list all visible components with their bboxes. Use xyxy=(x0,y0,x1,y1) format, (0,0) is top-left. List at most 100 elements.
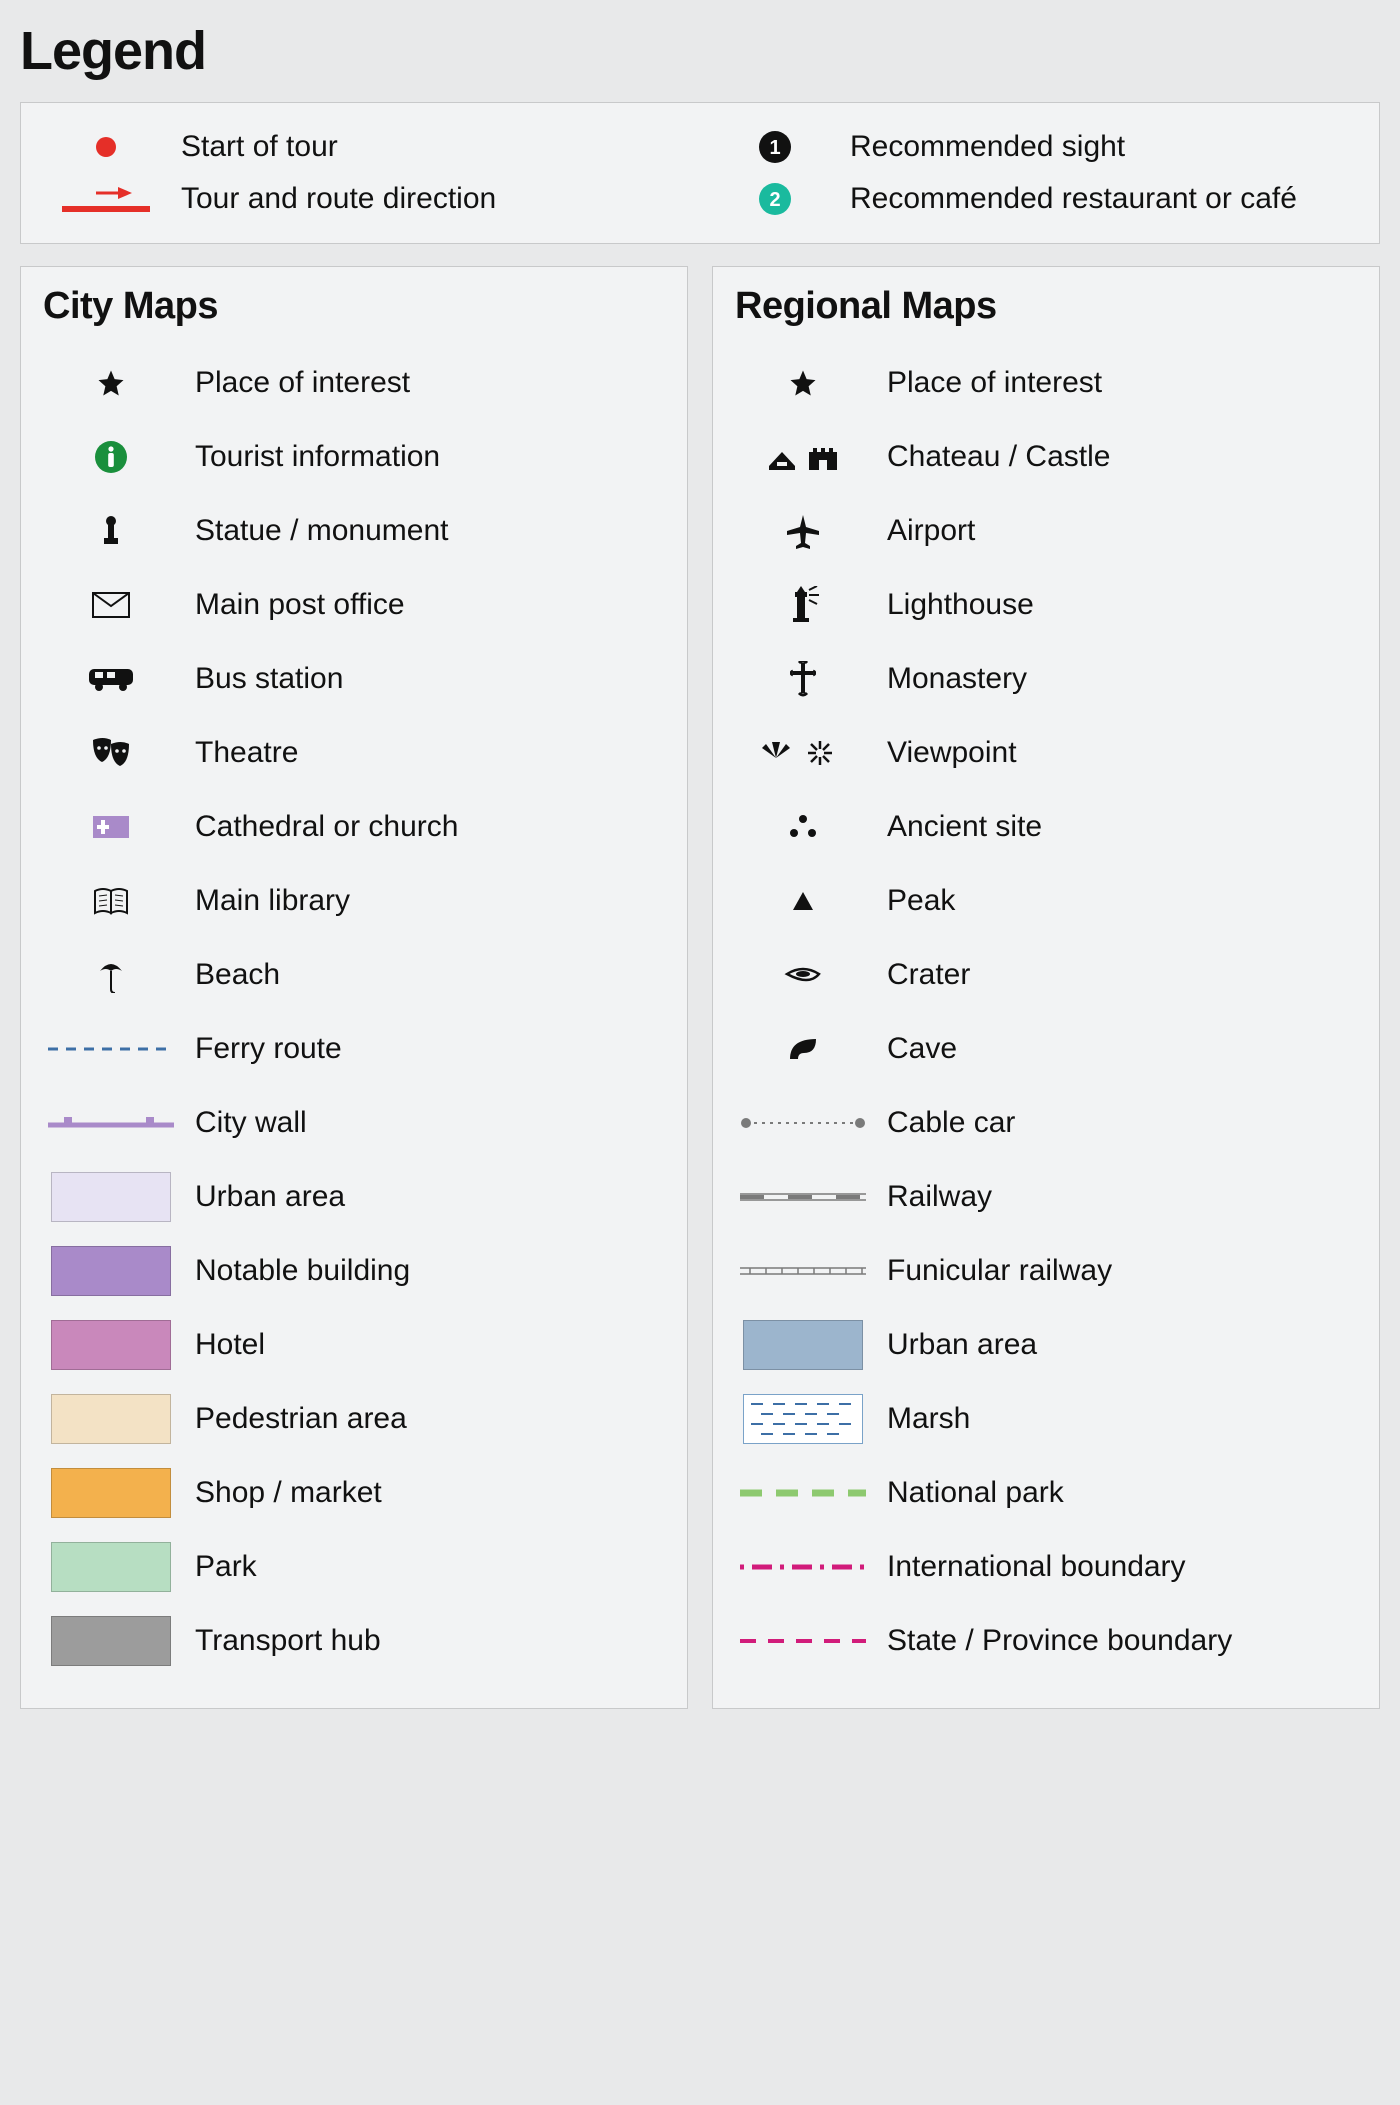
railway-line-icon xyxy=(733,1172,873,1222)
page-title: Legend xyxy=(20,20,1380,82)
regional-item-funicular: Funicular railway xyxy=(729,1234,1363,1308)
city-item-poi: Place of interest xyxy=(37,346,671,420)
envelope-icon xyxy=(41,580,181,630)
regional-item-cablecar: Cable car xyxy=(729,1086,1363,1160)
info-icon xyxy=(41,432,181,482)
legend-label: Airport xyxy=(887,514,1359,549)
peak-icon xyxy=(733,876,873,926)
ancient-dots-icon xyxy=(733,802,873,852)
legend-label: Start of tour xyxy=(181,130,680,164)
legend-label: Crater xyxy=(887,958,1359,993)
regional-item-poi: Place of interest xyxy=(729,346,1363,420)
legend-label: Ferry route xyxy=(195,1032,667,1067)
cablecar-line-icon xyxy=(733,1098,873,1148)
top-legend-panel: Start of tour 1 Recommended sight Tour a… xyxy=(20,102,1380,244)
legend-label: Tour and route direction xyxy=(181,182,680,216)
regional-item-intl: International boundary xyxy=(729,1530,1363,1604)
legend-item-sight: 1 Recommended sight xyxy=(720,121,1349,173)
legend-label: Main library xyxy=(195,884,667,919)
regional-item-natpark: National park xyxy=(729,1456,1363,1530)
theatre-masks-icon xyxy=(41,728,181,778)
route-arrow-icon xyxy=(51,179,161,219)
svg-text:1: 1 xyxy=(769,137,780,159)
regional-item-urban: Urban area xyxy=(729,1308,1363,1382)
legend-label: Recommended sight xyxy=(850,130,1349,164)
city-item-statue: Statue / monument xyxy=(37,494,671,568)
legend-label: Viewpoint xyxy=(887,736,1359,771)
legend-columns: City Maps Place of interest Tourist info… xyxy=(20,266,1380,1709)
legend-label: Theatre xyxy=(195,736,667,771)
legend-label: Peak xyxy=(887,884,1359,919)
umbrella-icon xyxy=(41,950,181,1000)
legend-label: Chateau / Castle xyxy=(887,440,1359,475)
legend-label: Beach xyxy=(195,958,667,993)
legend-label: Urban area xyxy=(887,1328,1359,1363)
city-item-notable: Notable building xyxy=(37,1234,671,1308)
legend-label: City wall xyxy=(195,1106,667,1141)
legend-label: State / Province boundary xyxy=(887,1624,1359,1659)
legend-label: Tourist information xyxy=(195,440,667,475)
regional-item-viewpoint: Viewpoint xyxy=(729,716,1363,790)
viewpoint-icon xyxy=(733,728,873,778)
numbered-marker-teal-icon: 2 xyxy=(720,179,830,219)
regional-item-crater: Crater xyxy=(729,938,1363,1012)
legend-label: Bus station xyxy=(195,662,667,697)
legend-label: Main post office xyxy=(195,588,667,623)
legend-label: Place of interest xyxy=(887,366,1359,401)
transport-swatch-icon xyxy=(41,1616,181,1666)
cave-icon xyxy=(733,1024,873,1074)
legend-item-route: Tour and route direction xyxy=(51,173,680,225)
legend-item-restaurant: 2 Recommended restaurant or café xyxy=(720,173,1349,225)
city-item-shop: Shop / market xyxy=(37,1456,671,1530)
city-item-park: Park xyxy=(37,1530,671,1604)
city-item-beach: Beach xyxy=(37,938,671,1012)
star-icon xyxy=(733,358,873,408)
notable-swatch-icon xyxy=(41,1246,181,1296)
regional-item-peak: Peak xyxy=(729,864,1363,938)
regional-item-railway: Railway xyxy=(729,1160,1363,1234)
legend-label: Funicular railway xyxy=(887,1254,1359,1289)
church-icon xyxy=(41,802,181,852)
city-maps-panel: City Maps Place of interest Tourist info… xyxy=(20,266,688,1709)
bus-icon xyxy=(41,654,181,704)
marsh-swatch-icon xyxy=(733,1394,873,1444)
legend-label: National park xyxy=(887,1476,1359,1511)
regional-maps-heading: Regional Maps xyxy=(735,285,1363,328)
legend-label: Notable building xyxy=(195,1254,667,1289)
city-item-church: Cathedral or church xyxy=(37,790,671,864)
lighthouse-icon xyxy=(733,580,873,630)
cross-icon xyxy=(733,654,873,704)
regional-item-ancient: Ancient site xyxy=(729,790,1363,864)
city-item-post: Main post office xyxy=(37,568,671,642)
legend-label: International boundary xyxy=(887,1550,1359,1585)
regional-item-airport: Airport xyxy=(729,494,1363,568)
national-park-line-icon xyxy=(733,1468,873,1518)
city-item-wall: City wall xyxy=(37,1086,671,1160)
city-item-bus: Bus station xyxy=(37,642,671,716)
regional-maps-panel: Regional Maps Place of interest Cha xyxy=(712,266,1380,1709)
wall-line-icon xyxy=(41,1098,181,1148)
pedestrian-swatch-icon xyxy=(41,1394,181,1444)
city-item-ferry: Ferry route xyxy=(37,1012,671,1086)
urban-swatch-icon xyxy=(41,1172,181,1222)
city-item-tourist: Tourist information xyxy=(37,420,671,494)
airplane-icon xyxy=(733,506,873,556)
legend-item-start: Start of tour xyxy=(51,121,680,173)
regional-item-cave: Cave xyxy=(729,1012,1363,1086)
city-item-transport: Transport hub xyxy=(37,1604,671,1678)
urban-region-swatch-icon xyxy=(733,1320,873,1370)
legend-label: Marsh xyxy=(887,1402,1359,1437)
start-dot-icon xyxy=(51,127,161,167)
city-maps-heading: City Maps xyxy=(43,285,671,328)
funicular-line-icon xyxy=(733,1246,873,1296)
international-boundary-line-icon xyxy=(733,1542,873,1592)
regional-item-state: State / Province boundary xyxy=(729,1604,1363,1678)
shop-swatch-icon xyxy=(41,1468,181,1518)
ferry-line-icon xyxy=(41,1024,181,1074)
statue-icon xyxy=(41,506,181,556)
regional-item-lighthouse: Lighthouse xyxy=(729,568,1363,642)
state-boundary-line-icon xyxy=(733,1616,873,1666)
legend-label: Monastery xyxy=(887,662,1359,697)
book-icon xyxy=(41,876,181,926)
city-item-pedestrian: Pedestrian area xyxy=(37,1382,671,1456)
